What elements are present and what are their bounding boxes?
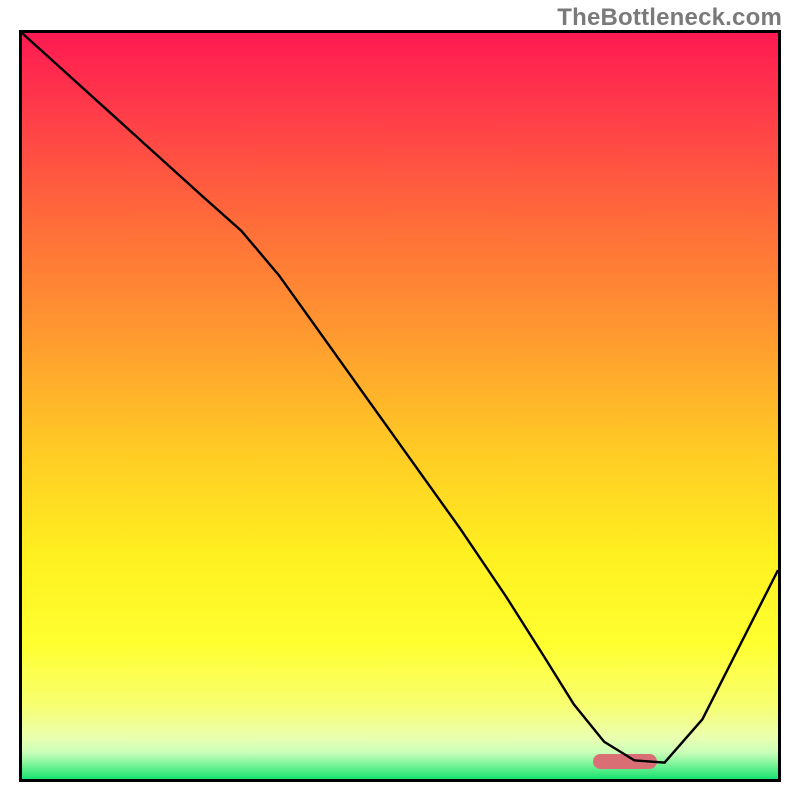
plot-area <box>19 30 781 782</box>
bottleneck-curve <box>22 33 778 779</box>
watermark-text: TheBottleneck.com <box>557 4 782 32</box>
